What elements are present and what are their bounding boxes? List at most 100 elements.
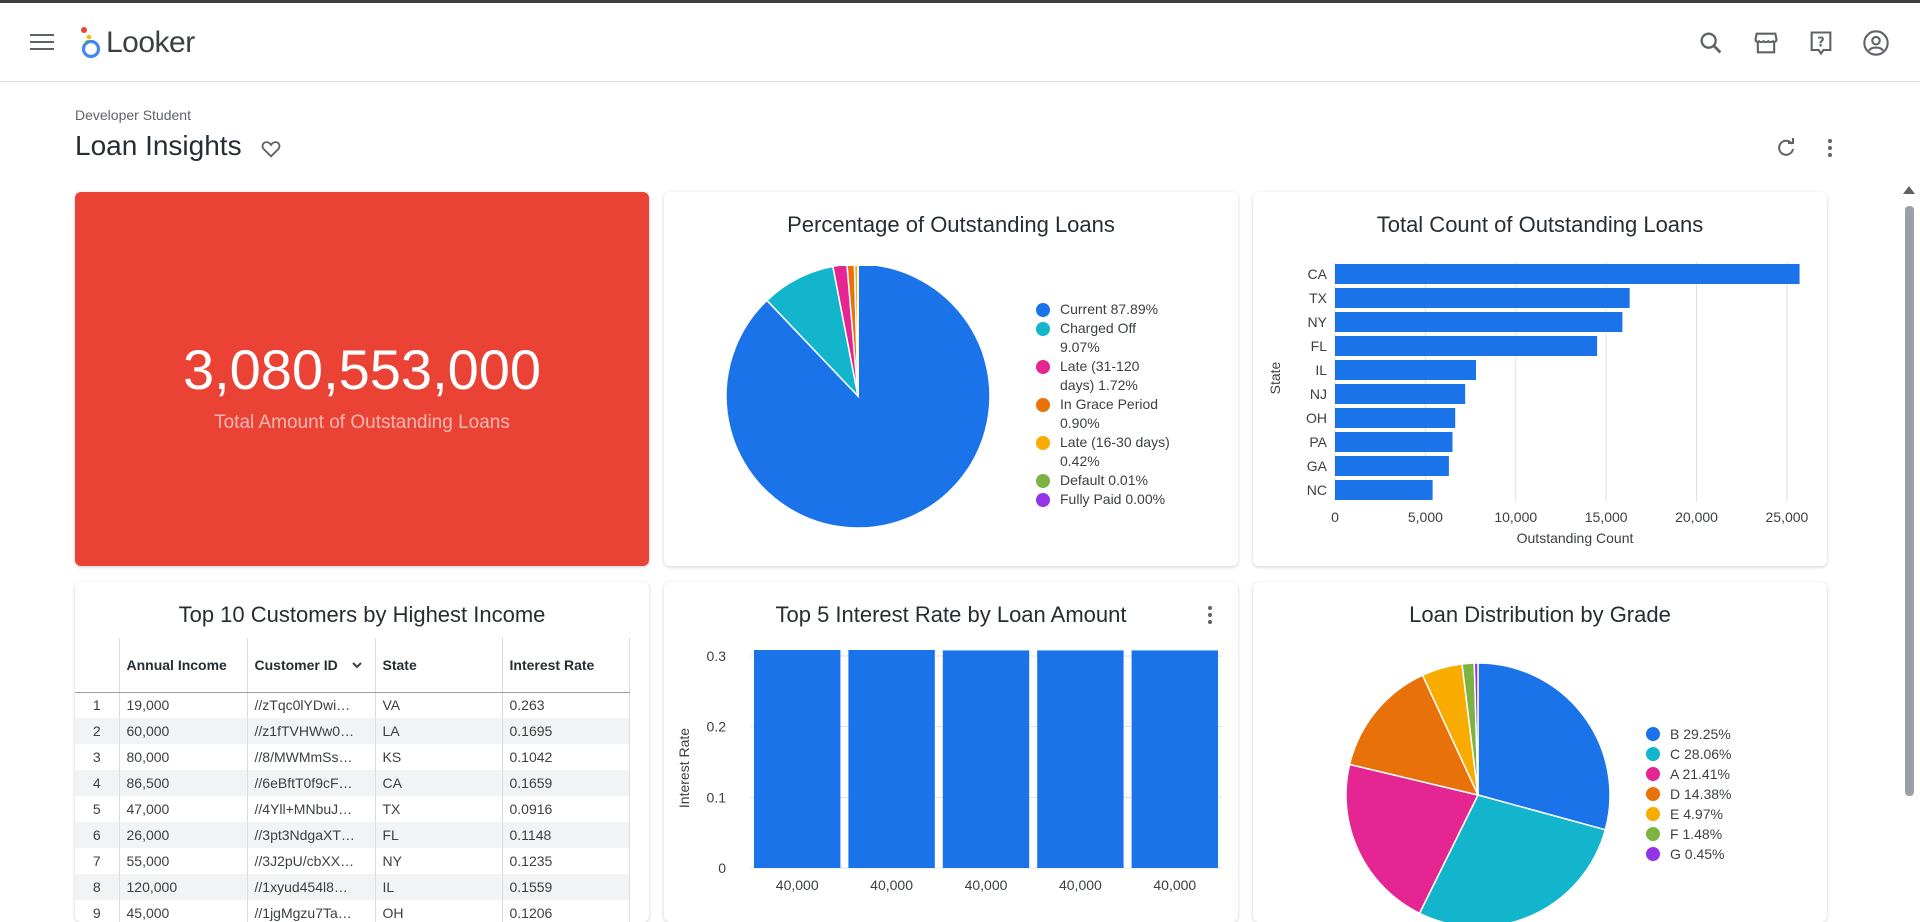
header-interest-rate[interactable]: Interest Rate [502, 638, 629, 692]
bar[interactable] [1335, 288, 1630, 308]
cell-state: VA [375, 692, 502, 718]
grade-pie-legend: B 29.25% C 28.06% A 21.41% D 14.38% E 4.… [1646, 724, 1766, 864]
page-scrollbar[interactable] [1903, 186, 1915, 910]
interest-rate-bar-chart: 00.10.20.340,00040,00040,00040,00040,000 [664, 622, 1238, 922]
legend-dot [1036, 322, 1050, 336]
bar[interactable] [1335, 312, 1622, 332]
rownum: 1 [75, 692, 119, 718]
cell-customer-id: //z1fTVHWw0… [247, 718, 375, 744]
legend-dot [1646, 827, 1660, 841]
x-tick-label: 5,000 [1408, 509, 1443, 525]
kpi-tile-total-outstanding[interactable]: 3,080,553,000 Total Amount of Outstandin… [75, 192, 649, 566]
tile-loan-grade-distribution[interactable]: Loan Distribution by Grade B 29.25% C 28… [1253, 582, 1827, 922]
legend-item[interactable]: C 28.06% [1646, 744, 1766, 764]
legend-dot [1036, 474, 1050, 488]
header-annual-income[interactable]: Annual Income [119, 638, 247, 692]
looker-logo[interactable]: Looker [78, 25, 195, 61]
cell-annual-income: 86,500 [119, 770, 247, 796]
rownum: 3 [75, 744, 119, 770]
legend-item[interactable]: Charged Off9.07% [1036, 319, 1226, 357]
legend-item[interactable]: Fully Paid 0.00% [1036, 490, 1226, 509]
bar[interactable] [848, 650, 934, 868]
table-row[interactable]: 260,000//z1fTVHWw0…LA0.1695 [75, 718, 629, 744]
table-header-row: Annual Income Customer ID State Interest… [75, 638, 629, 692]
chevron-down-icon[interactable] [350, 660, 364, 670]
bar[interactable] [1335, 408, 1455, 428]
tile-title: Percentage of Outstanding Loans [664, 212, 1238, 238]
legend-item[interactable]: In Grace Period0.90% [1036, 395, 1226, 433]
account-circle-icon[interactable] [1862, 29, 1890, 57]
legend-item[interactable]: F 1.48% [1646, 824, 1766, 844]
table-row[interactable]: 945,000//1jgMgzu7Ta…OH0.1206 [75, 900, 629, 922]
breadcrumb[interactable]: Developer Student [75, 107, 191, 123]
bar[interactable] [1335, 456, 1449, 476]
bar[interactable] [1132, 650, 1218, 868]
table-row[interactable]: 380,000//8/MWMmSs…KS0.1042 [75, 744, 629, 770]
dashboard-title: Loan Insights [75, 130, 242, 162]
bar[interactable] [1335, 432, 1453, 452]
header-state[interactable]: State [375, 638, 502, 692]
y-tick-label: FL [1311, 338, 1328, 354]
legend-dot [1646, 767, 1660, 781]
legend-item[interactable]: D 14.38% [1646, 784, 1766, 804]
cell-annual-income: 47,000 [119, 796, 247, 822]
table-row[interactable]: 119,000//zTqc0lYDwi…VA0.263 [75, 692, 629, 718]
y-tick-label: CA [1308, 266, 1328, 282]
table-row[interactable]: 8120,000//1xyud454l8…IL0.1559 [75, 874, 629, 900]
heart-outline-icon[interactable] [260, 138, 282, 160]
scroll-up-arrow-icon[interactable] [1903, 186, 1915, 194]
cell-annual-income: 60,000 [119, 718, 247, 744]
legend-item[interactable]: B 29.25% [1646, 724, 1766, 744]
bar[interactable] [1335, 480, 1433, 500]
legend-label: D 14.38% [1670, 786, 1731, 802]
tile-outstanding-loans-percentage[interactable]: Percentage of Outstanding Loans Current … [664, 192, 1238, 566]
bar[interactable] [1335, 384, 1465, 404]
legend-item[interactable]: Default 0.01% [1036, 471, 1226, 490]
store-icon[interactable] [1752, 29, 1780, 57]
bar[interactable] [754, 650, 840, 868]
cell-state: NY [375, 848, 502, 874]
kpi-label: Total Amount of Outstanding Loans [75, 412, 649, 434]
legend-item[interactable]: G 0.45% [1646, 844, 1766, 864]
legend-item[interactable]: Late (31-120days) 1.72% [1036, 357, 1226, 395]
y-tick-label: 0 [718, 860, 726, 876]
help-icon[interactable]: ? [1807, 29, 1835, 57]
table-row[interactable]: 755,000//3J2pU/cbXX…NY0.1235 [75, 848, 629, 874]
refresh-icon[interactable] [1774, 136, 1798, 160]
search-icon[interactable] [1697, 29, 1725, 57]
tile-top-interest-rate[interactable]: Top 5 Interest Rate by Loan Amount 00.10… [664, 582, 1238, 922]
bar[interactable] [1335, 336, 1597, 356]
legend-label: Charged Off [1060, 320, 1136, 336]
legend-dot [1036, 360, 1050, 374]
legend-item[interactable]: Late (16-30 days)0.42% [1036, 433, 1226, 471]
y-tick-label: 0.2 [707, 719, 727, 735]
table-row[interactable]: 486,500//6eBftT0f9cF…CA0.1659 [75, 770, 629, 796]
legend-item[interactable]: A 21.41% [1646, 764, 1766, 784]
table-row[interactable]: 547,000//4Yll+MNbuJ…TX0.0916 [75, 796, 629, 822]
legend-label: G 0.45% [1670, 846, 1724, 862]
legend-item[interactable]: E 4.97% [1646, 804, 1766, 824]
bar[interactable] [943, 650, 1029, 868]
y-axis-label: State [1267, 358, 1283, 398]
hamburger-menu-icon[interactable] [30, 34, 54, 52]
table-row[interactable]: 626,000//3pt3NdgaXT…FL0.1148 [75, 822, 629, 848]
cell-customer-id: //zTqc0lYDwi… [247, 692, 375, 718]
grade-pie-chart [1343, 660, 1613, 922]
header-customer-id[interactable]: Customer ID [247, 638, 375, 692]
legend-label: Late (31-120 [1060, 358, 1139, 374]
y-tick-label: GA [1307, 458, 1328, 474]
bar[interactable] [1335, 360, 1476, 380]
x-tick-label: 25,000 [1766, 509, 1809, 525]
bar[interactable] [1335, 264, 1800, 284]
y-tick-label: NJ [1310, 386, 1327, 402]
tile-top-customers[interactable]: Top 10 Customers by Highest Income Annua… [75, 582, 649, 922]
more-vert-icon[interactable] [1818, 136, 1842, 160]
cell-state: OH [375, 900, 502, 922]
legend-item[interactable]: Current 87.89% [1036, 300, 1226, 319]
y-tick-label: OH [1306, 410, 1327, 426]
legend-dot [1036, 436, 1050, 450]
legend-label: A 21.41% [1670, 766, 1730, 782]
tile-outstanding-loans-count[interactable]: Total Count of Outstanding Loans 05,0001… [1253, 192, 1827, 566]
scrollbar-thumb[interactable] [1905, 206, 1914, 796]
bar[interactable] [1037, 650, 1123, 868]
